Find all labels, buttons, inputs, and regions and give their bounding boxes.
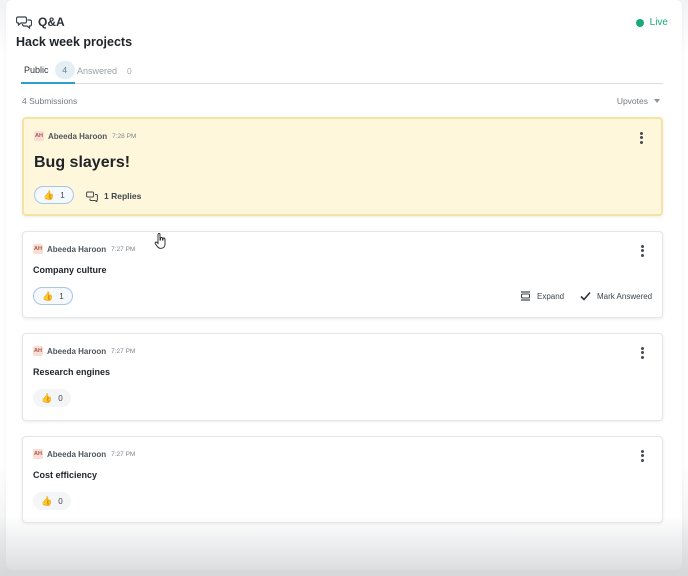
tab-bar: Public 4 Answered 0 (21, 58, 663, 84)
more-options-icon[interactable] (641, 245, 644, 257)
mark-answered-label: Mark Answered (597, 291, 653, 301)
tab-answered[interactable]: Answered 0 (77, 58, 132, 84)
question-meta: AH Abeeda Haroon 7:28 PM (34, 131, 136, 141)
author-name: Abeeda Haroon (47, 449, 107, 459)
question-meta: AH Abeeda Haroon 7:27 PM (33, 244, 135, 254)
replies-icon (86, 191, 98, 202)
avatar: AH (33, 449, 43, 459)
live-dot-icon (635, 18, 644, 27)
upvote-button[interactable]: 👍 1 (33, 287, 73, 305)
app-title: Q&A (38, 15, 65, 29)
thumbs-up-icon: 👍 (41, 392, 53, 403)
question-card[interactable]: AH Abeeda Haroon 7:27 PM Company culture… (22, 231, 663, 318)
replies-label: 1 Replies (104, 191, 142, 201)
avatar: AH (33, 346, 43, 356)
tab-answered-count: 0 (127, 66, 132, 76)
more-options-icon[interactable] (640, 132, 643, 144)
expand-label: Expand (537, 291, 565, 301)
more-options-icon[interactable] (641, 347, 644, 359)
upvote-count: 0 (58, 496, 63, 506)
submissions-count: 4 Submissions (22, 96, 78, 106)
tab-public-count: 4 (54, 61, 75, 79)
question-text: Bug slayers! (34, 154, 131, 171)
author-name: Abeeda Haroon (47, 346, 107, 356)
tab-answered-label: Answered (77, 66, 118, 76)
avatar: AH (34, 131, 44, 141)
author-name: Abeeda Haroon (48, 131, 108, 141)
qa-bubbles-icon (16, 16, 32, 30)
author-name: Abeeda Haroon (47, 244, 107, 254)
question-meta: AH Abeeda Haroon 7:27 PM (33, 346, 135, 356)
timestamp: 7:28 PM (112, 132, 137, 140)
question-meta: AH Abeeda Haroon 7:27 PM (33, 449, 135, 459)
question-text: Research engines (33, 367, 111, 377)
page-title: Hack week projects (16, 35, 133, 49)
checkmark-icon (580, 291, 591, 301)
thumbs-up-icon: 👍 (42, 290, 54, 301)
upvote-count: 0 (58, 393, 63, 403)
timestamp: 7:27 PM (111, 347, 136, 355)
timestamp: 7:27 PM (111, 245, 136, 253)
app-header: Q&A (16, 14, 65, 30)
upvote-count: 1 (59, 291, 64, 301)
question-card[interactable]: AH Abeeda Haroon 7:27 PM Cost efficiency… (22, 436, 663, 523)
question-text: Company culture (33, 265, 107, 275)
avatar: AH (33, 244, 43, 254)
hand-cursor-icon (154, 233, 166, 249)
upvote-button[interactable]: 👍 0 (33, 389, 71, 407)
mark-answered-button[interactable]: Mark Answered (580, 291, 652, 301)
tab-public[interactable]: Public 4 (21, 58, 75, 84)
expand-icon (520, 291, 531, 301)
upvote-count: 1 (60, 190, 65, 200)
sort-dropdown[interactable]: Upvotes (617, 96, 660, 106)
question-card[interactable]: AH Abeeda Haroon 7:27 PM Research engine… (22, 333, 663, 421)
sort-label: Upvotes (616, 96, 648, 106)
thumbs-up-icon: 👍 (43, 189, 55, 200)
replies-button[interactable]: 1 Replies (86, 190, 141, 202)
timestamp: 7:27 PM (111, 450, 136, 458)
question-card[interactable]: AH Abeeda Haroon 7:28 PM Bug slayers! 👍 … (22, 117, 663, 216)
live-status: Live (635, 17, 668, 28)
more-options-icon[interactable] (641, 450, 644, 462)
live-label: Live (649, 17, 668, 28)
expand-button[interactable]: Expand (520, 291, 564, 301)
upvote-button[interactable]: 👍 0 (33, 492, 71, 510)
chevron-down-icon (654, 99, 660, 103)
upvote-button[interactable]: 👍 1 (34, 186, 74, 204)
tab-public-label: Public (24, 65, 49, 75)
question-text: Cost efficiency (33, 470, 98, 480)
thumbs-up-icon: 👍 (41, 495, 53, 506)
